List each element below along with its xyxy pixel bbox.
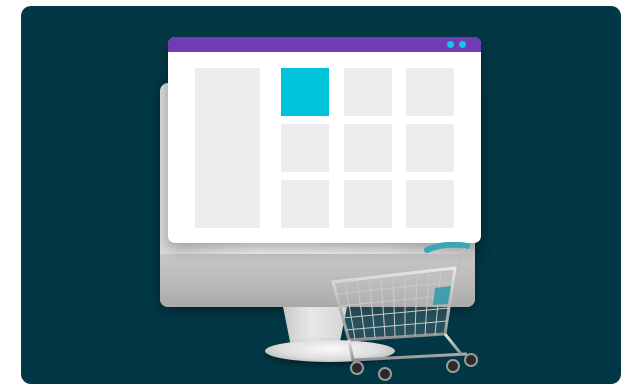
product-tile [406, 68, 454, 116]
product-tile [406, 124, 454, 172]
window-dot-icon [447, 41, 454, 48]
product-tile [281, 180, 329, 228]
illustration-panel [21, 6, 621, 384]
browser-window [168, 37, 481, 243]
product-tile [344, 68, 392, 116]
sidebar-placeholder [195, 68, 260, 228]
product-tile-highlighted [281, 68, 329, 116]
window-dot-icon [459, 41, 466, 48]
product-tile [344, 180, 392, 228]
shopping-cart-icon [331, 242, 478, 381]
product-tile [344, 124, 392, 172]
product-tile [406, 180, 454, 228]
product-tile [281, 124, 329, 172]
window-titlebar [168, 37, 481, 52]
canvas [0, 0, 621, 390]
